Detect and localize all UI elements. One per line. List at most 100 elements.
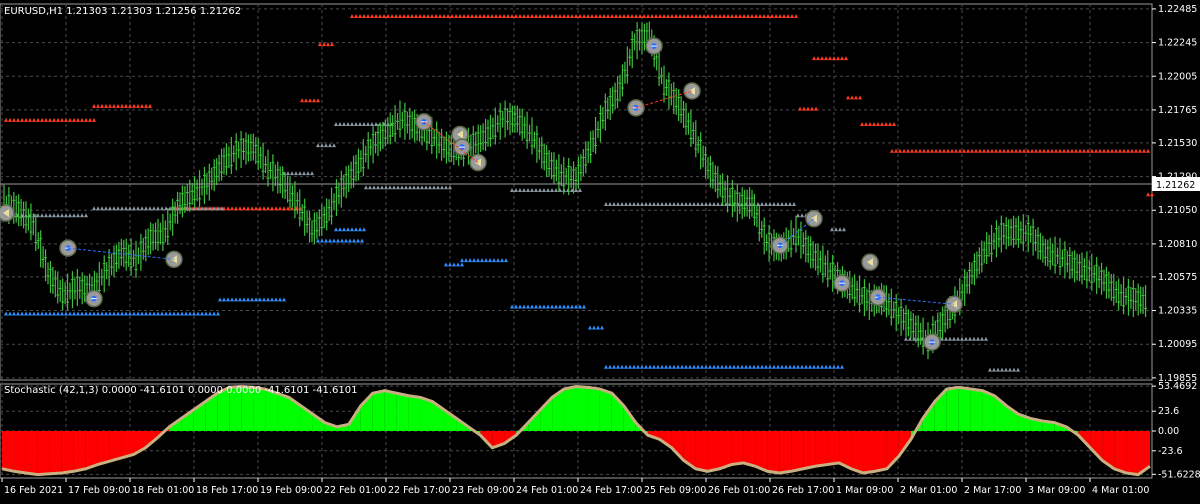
resistance-level-tick	[966, 148, 970, 153]
neutral-level-tick	[100, 206, 104, 211]
resistance-level	[890, 148, 1150, 153]
time-tick-label: 25 Feb 09:00	[644, 485, 706, 496]
resistance-level-tick	[502, 14, 506, 19]
stoch-area-segment	[1114, 431, 1127, 473]
support-level-tick	[216, 311, 220, 316]
resistance-level-tick	[854, 95, 858, 100]
trading-chart-window: 1.22485 1.22245 1.22005 1.21765 1.21530 1.212…	[0, 0, 1200, 500]
time-tick-label: 17 Feb 09:00	[68, 485, 130, 496]
resistance-level-tick	[686, 14, 690, 19]
resistance-level-tick	[438, 14, 442, 19]
neutral-level-tick	[660, 202, 664, 207]
resistance-level-tick	[1118, 148, 1122, 153]
resistance-level-tick	[538, 14, 542, 19]
neutral-level-tick	[1000, 367, 1004, 372]
resistance-level-tick	[790, 14, 794, 19]
support-level-tick	[800, 364, 804, 369]
resistance-level-tick	[72, 117, 76, 122]
neutral-level-tick	[800, 213, 804, 218]
support-level-tick	[208, 311, 212, 316]
neutral-level-tick	[700, 202, 704, 207]
support-level-tick	[604, 364, 608, 369]
resistance-level-tick	[906, 148, 910, 153]
support-level-tick	[270, 297, 274, 302]
neutral-level-tick	[784, 202, 788, 207]
support-level-tick	[744, 364, 748, 369]
resistance-level-tick	[514, 14, 518, 19]
resistance-level-tick	[258, 206, 262, 211]
neutral-level-tick	[440, 185, 444, 190]
resistance-level-tick	[622, 14, 626, 19]
resistance-level-tick	[92, 103, 96, 108]
neutral-level-tick	[648, 202, 652, 207]
support-level-tick	[732, 364, 736, 369]
neutral-level-tick	[768, 202, 772, 207]
neutral-level-tick	[628, 202, 632, 207]
neutral-level-tick	[400, 185, 404, 190]
neutral-level-tick	[372, 185, 376, 190]
resistance-level-tick	[994, 148, 998, 153]
resistance-level-tick	[80, 117, 84, 122]
resistance-level-tick	[1038, 148, 1042, 153]
resistance-level-tick	[124, 103, 128, 108]
support-level-tick	[526, 304, 530, 309]
support-level-tick	[816, 364, 820, 369]
neutral-level-tick	[944, 336, 948, 341]
resistance-level-tick	[894, 148, 898, 153]
neutral-level-tick	[514, 188, 518, 192]
resistance-level-tick	[108, 103, 112, 108]
support-level-tick	[696, 364, 700, 369]
support-level-tick	[184, 311, 188, 316]
neutral-level-tick	[124, 206, 128, 211]
resistance-level-tick	[698, 14, 702, 19]
resistance-level-tick	[762, 14, 766, 19]
resistance-level-tick	[1098, 148, 1102, 153]
neutral-level-tick	[112, 206, 116, 211]
neutral-level-tick	[788, 202, 792, 207]
stoch-area-segment	[743, 431, 756, 467]
stoch-area-segment	[707, 431, 720, 472]
resistance-level-tick	[646, 14, 650, 19]
support-level-tick	[28, 311, 32, 316]
support-level-tick	[60, 311, 64, 316]
resistance-level-tick	[730, 14, 734, 19]
support-level-tick	[354, 227, 358, 232]
buy-signal-marker	[85, 289, 103, 308]
neutral-level-tick	[144, 206, 148, 211]
support-level-tick	[324, 238, 328, 243]
resistance-level-tick	[1078, 148, 1082, 153]
resistance-level-tick	[872, 122, 876, 127]
neutral-level-tick	[1012, 367, 1016, 372]
resistance-level-tick	[1130, 148, 1134, 153]
resistance-level-tick	[926, 148, 930, 153]
support-level-tick	[504, 258, 508, 263]
support-level-tick	[546, 304, 550, 309]
stoch-area-segment	[277, 393, 289, 431]
neutral-level-tick	[120, 206, 124, 211]
time-tick-label: 18 Feb 01:00	[132, 485, 194, 496]
neutral-level-tick	[376, 185, 380, 190]
resistance-level-tick	[786, 14, 790, 19]
resistance-level-tick	[1070, 148, 1074, 153]
support-level-tick	[534, 304, 538, 309]
resistance-level-tick	[1106, 148, 1110, 153]
resistance-level-tick	[398, 14, 402, 19]
resistance-level-tick	[828, 56, 832, 61]
resistance-level-tick	[846, 95, 850, 100]
neutral-level-tick	[696, 202, 700, 207]
neutral-level	[364, 185, 452, 190]
support-level-tick	[460, 262, 464, 267]
chart-canvas[interactable]: 1.22485 1.22245 1.22005 1.21765 1.21530 1.212…	[0, 0, 1200, 500]
neutral-level-tick	[388, 185, 392, 190]
support-level-tick	[4, 311, 8, 316]
resistance-level-tick	[490, 14, 494, 19]
support-level-tick	[336, 238, 340, 243]
price-tick-label: 1.21530	[1158, 138, 1197, 149]
neutral-level-tick	[624, 202, 628, 207]
neutral-level-tick	[364, 185, 368, 190]
resistance-level-tick	[506, 14, 510, 19]
resistance-level-tick	[226, 206, 230, 211]
signal-connector	[779, 218, 815, 246]
resistance-level-tick	[1010, 148, 1014, 153]
price-tick-label: 1.22005	[1158, 71, 1197, 82]
